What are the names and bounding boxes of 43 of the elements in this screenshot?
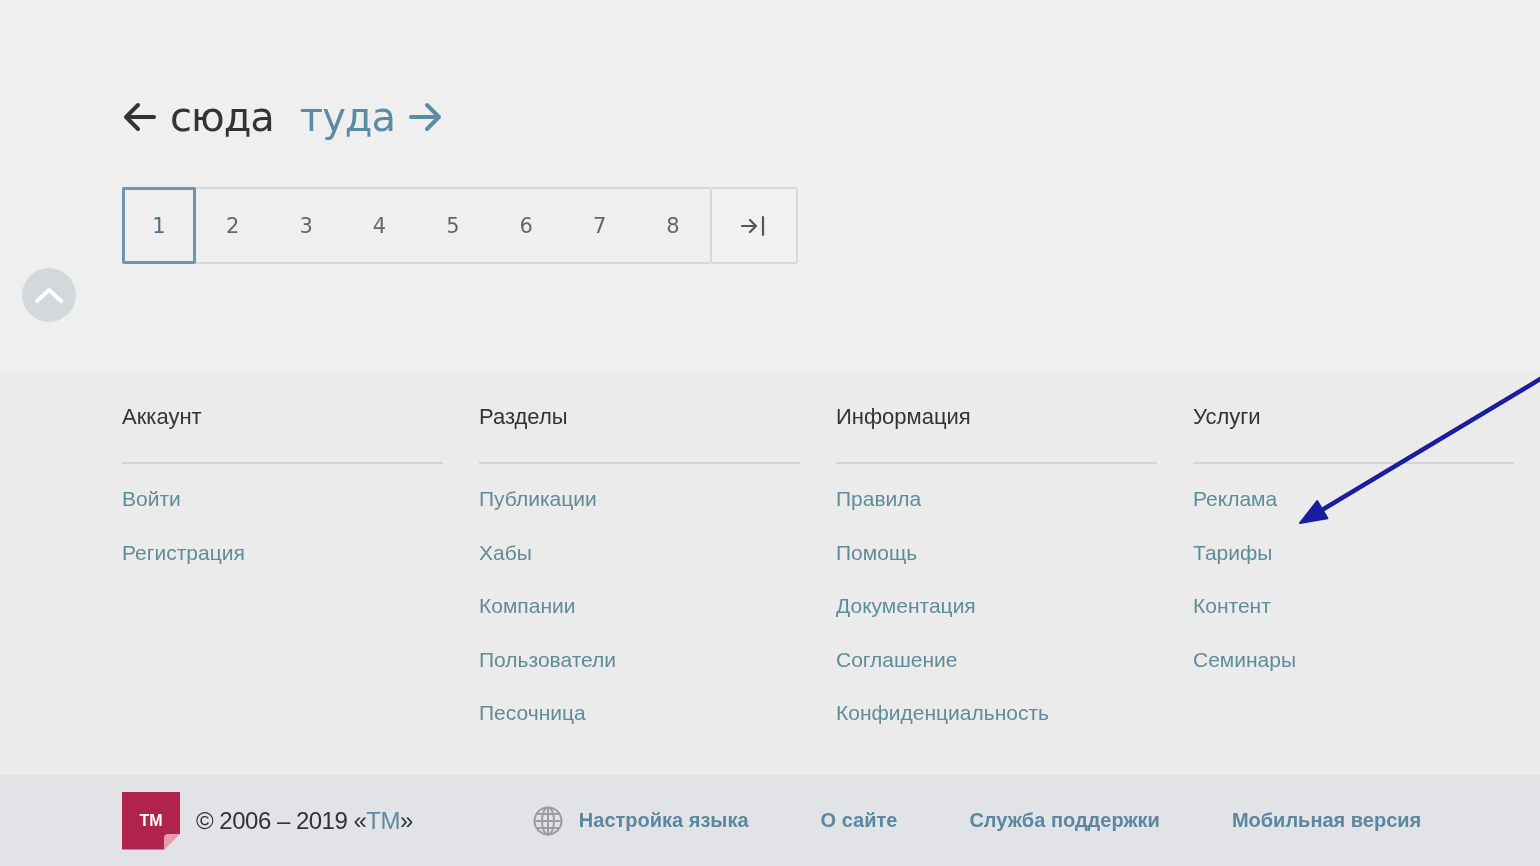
page-number[interactable]: 6 — [489, 189, 563, 262]
footer-bottom-link[interactable]: Мобильная версия — [1231, 809, 1422, 832]
footer-link[interactable]: Соглашение — [836, 646, 958, 673]
chevron-up-icon — [35, 287, 63, 303]
arrow-right-icon — [409, 102, 443, 132]
last-page-icon — [740, 214, 767, 237]
language-settings-link[interactable]: Настройка языка — [578, 809, 749, 832]
footer-link[interactable]: Регистрация — [122, 539, 245, 566]
footer-bottom-link[interactable]: О сайте — [820, 809, 898, 832]
last-page-button[interactable] — [709, 187, 798, 264]
footer-link[interactable]: Войти — [122, 486, 181, 512]
footer-column-title: Услуги — [1193, 403, 1261, 431]
page-number[interactable]: 8 — [636, 189, 710, 262]
footer-link[interactable]: Правила — [836, 486, 922, 512]
footer-link[interactable]: Пользователи — [479, 646, 617, 673]
copyright-text: © 2006 – 2019 «ТМ» — [196, 806, 413, 835]
page-number[interactable]: 4 — [342, 189, 417, 262]
page-number[interactable]: 1 — [122, 187, 196, 264]
page-number[interactable]: 3 — [269, 189, 343, 262]
footer-link[interactable]: Тарифы — [1193, 539, 1273, 566]
footer-column-title: Аккаунт — [122, 403, 202, 431]
page-number[interactable]: 5 — [416, 189, 490, 262]
footer-link[interactable]: Помощь — [836, 539, 918, 566]
logo[interactable]: ТМ — [122, 791, 180, 850]
footer-link[interactable]: Семинары — [1193, 646, 1297, 673]
footer-link[interactable]: Компании — [479, 593, 576, 620]
footer-link[interactable]: Хабы — [479, 539, 532, 566]
footer-link[interactable]: Реклама — [1193, 486, 1278, 512]
page-number[interactable]: 7 — [562, 189, 637, 262]
arrow-left-icon — [122, 102, 156, 132]
footer-link[interactable]: Контент — [1193, 593, 1271, 620]
footer-link[interactable]: Документация — [836, 593, 976, 620]
folded-corner-icon — [164, 833, 180, 850]
footer-bottom-link[interactable]: Служба поддержки — [969, 809, 1160, 832]
footer-link[interactable]: Песочница — [479, 700, 586, 727]
next-page-link[interactable]: туда — [299, 94, 443, 140]
copyright-link[interactable]: ТМ — [366, 806, 400, 834]
footer-column-title: Информация — [836, 403, 971, 431]
footer-column-title: Разделы — [479, 403, 568, 431]
footer-link[interactable]: Публикации — [479, 486, 597, 512]
footer-link[interactable]: Конфиденциальность — [836, 700, 1049, 727]
page-number[interactable]: 2 — [196, 189, 270, 262]
globe-icon — [532, 805, 563, 836]
